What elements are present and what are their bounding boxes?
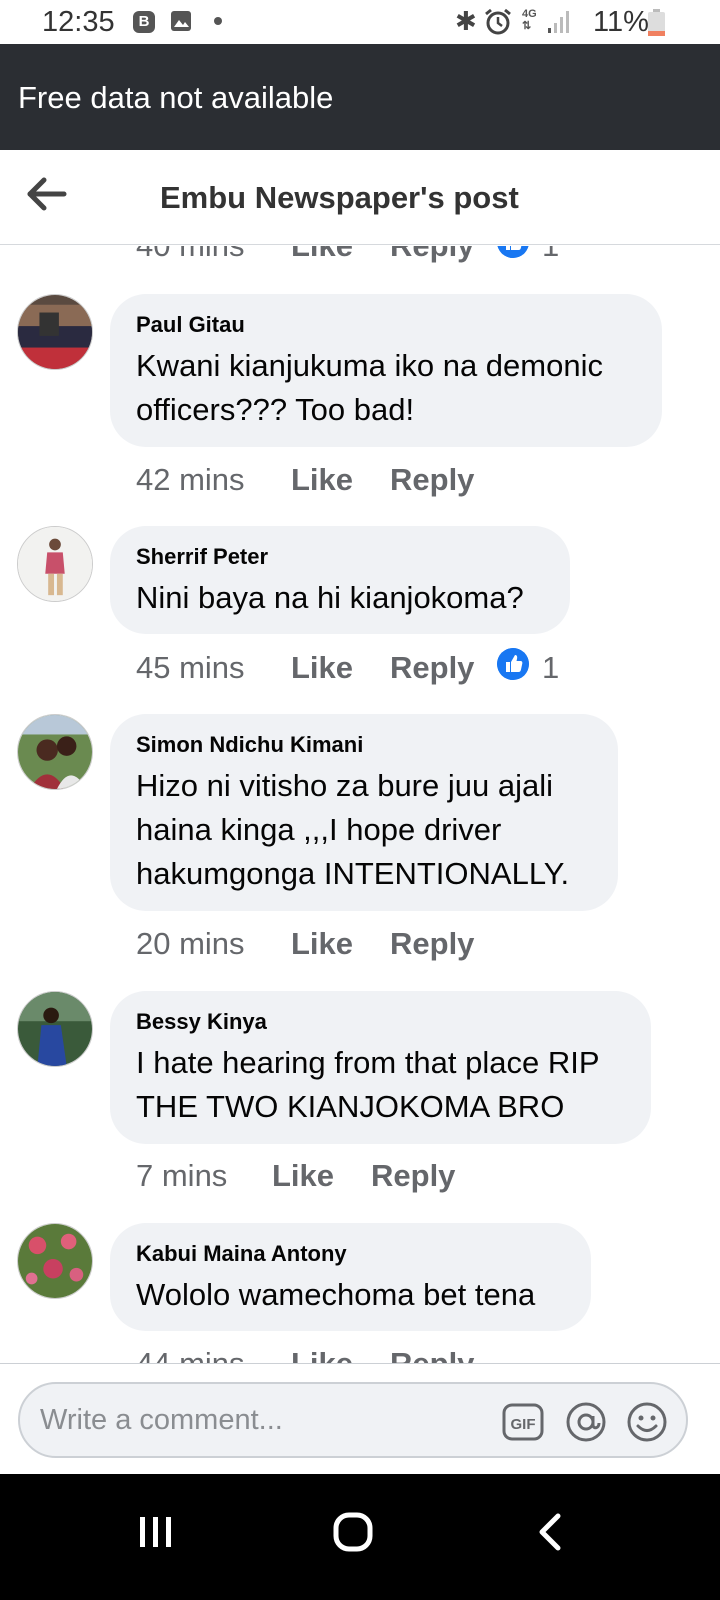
arrow-left-icon[interactable] [24,172,72,216]
like-button[interactable]: Like [291,246,353,264]
comment-bubble[interactable]: Bessy Kinya I hate hearing from that pla… [110,991,651,1144]
like-button[interactable]: Like [291,926,353,962]
comment-bubble[interactable]: Kabui Maina Antony Wololo wamechoma bet … [110,1223,591,1331]
comment-text: Kwani kianjukuma iko na demonic officers… [136,348,603,427]
reply-button[interactable]: Reply [390,650,474,686]
comment-text: Wololo wamechoma bet tena [136,1277,536,1312]
like-button[interactable]: Like [291,462,353,498]
comment-composer: Write a comment... GIF [0,1363,720,1474]
comment-time: 40 mins [136,246,245,264]
comment-time: 42 mins [136,462,245,497]
commenter-name[interactable]: Paul Gitau [136,312,636,338]
system-nav-bar [0,1474,720,1600]
commenter-name[interactable]: Sherrif Peter [136,544,544,570]
comment-time: 45 mins [136,650,245,685]
avatar[interactable] [17,1223,93,1299]
reply-button[interactable]: Reply [390,926,474,962]
comment-time: 20 mins [136,926,245,961]
bluetooth-icon: ✱ [455,6,477,36]
battery-percent: 11% [593,6,649,38]
reply-button[interactable]: Reply [371,1158,455,1194]
alarm-icon [485,8,511,35]
page-title: Embu Newspaper's post [160,180,519,215]
dot-icon [214,17,222,25]
commenter-name[interactable]: Bessy Kinya [136,1009,625,1035]
status-time: 12:35 [42,6,115,38]
comment-list[interactable]: 40 mins Like Reply 1 Paul Gitau Kwani ki… [0,246,720,1363]
status-bar: 12:35 B ✱ 4G ⇅ 11% [0,0,720,44]
4g-icon: 4G ⇅ [522,8,537,32]
thumbs-up-icon [497,246,529,258]
free-data-banner: Free data not available [0,44,720,150]
commenter-name[interactable]: Kabui Maina Antony [136,1241,565,1267]
emoji-icon[interactable] [626,1401,668,1443]
battery-icon [648,9,665,36]
comment-bubble[interactable]: Paul Gitau Kwani kianjukuma iko na demon… [110,294,662,447]
banner-text: Free data not available [18,80,334,115]
comment-text: Hizo ni vitisho za bure juu ajali haina … [136,768,570,891]
image-icon [171,11,191,31]
home-icon[interactable] [323,1502,383,1562]
recent-apps-icon[interactable] [125,1502,185,1562]
mention-icon[interactable] [565,1401,607,1443]
avatar[interactable] [17,526,93,602]
gif-icon[interactable]: GIF [502,1401,544,1443]
comment-bubble[interactable]: Sherrif Peter Nini baya na hi kianjokoma… [110,526,570,634]
reply-button[interactable]: Reply [390,1346,474,1363]
avatar[interactable] [17,294,93,370]
comment-bubble[interactable]: Simon Ndichu Kimani Hizo ni vitisho za b… [110,714,618,911]
signal-icon [548,11,569,33]
commenter-name[interactable]: Simon Ndichu Kimani [136,732,592,758]
reaction-count: 1 [542,246,559,264]
comment-time: 7 mins [136,1158,228,1193]
comment-placeholder: Write a comment... [40,1404,283,1436]
like-button[interactable]: Like [272,1158,334,1194]
battery-fill [648,31,665,36]
thumbs-up-icon [497,648,529,680]
like-button[interactable]: Like [291,1346,353,1363]
gif-label: GIF [511,1416,536,1433]
comment-input[interactable]: Write a comment... GIF [18,1382,688,1458]
avatar[interactable] [17,991,93,1067]
avatar[interactable] [17,714,93,790]
network-label: 4G [522,8,537,20]
post-header: Embu Newspaper's post [0,150,720,245]
like-button[interactable]: Like [291,650,353,686]
reaction-count: 1 [542,650,560,685]
b-app-icon: B [133,11,155,33]
comment-text: I hate hearing from that place RIP THE T… [136,1045,599,1124]
reply-button[interactable]: Reply [390,246,474,264]
comment-time: 44 mins [136,1346,245,1363]
comment-text: Nini baya na hi kianjokoma? [136,580,524,615]
reply-button[interactable]: Reply [390,462,474,498]
back-icon[interactable] [520,1502,580,1562]
